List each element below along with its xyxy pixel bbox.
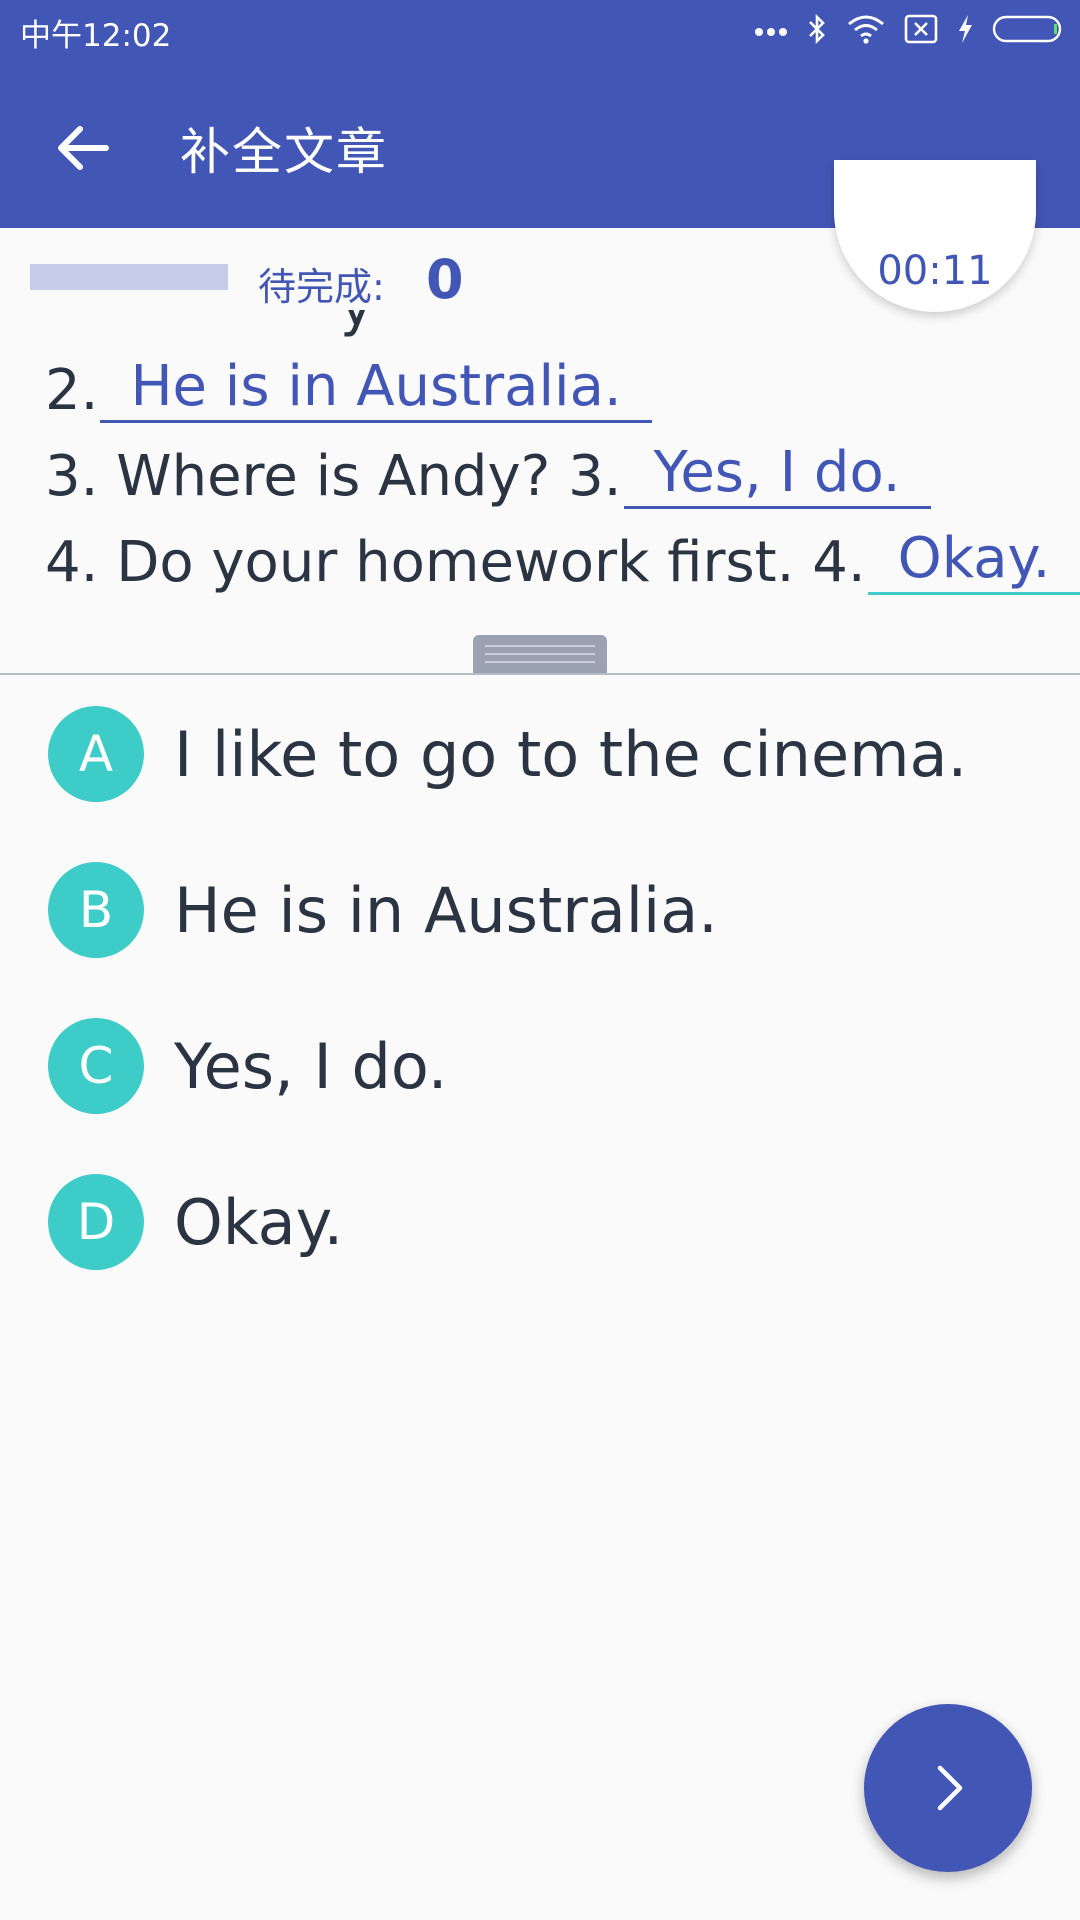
option-letter-badge: A	[48, 706, 144, 802]
timer-bubble: 00:11	[834, 160, 1036, 312]
timer-text: 00:11	[877, 248, 993, 294]
option-d[interactable]: D Okay.	[48, 1174, 1028, 1270]
wifi-icon	[846, 13, 886, 49]
clipped-text-fragment: y	[340, 310, 373, 339]
answer-blank-4[interactable]: Okay.	[867, 528, 1080, 595]
passage-line-2: 2. He is in Australia.	[45, 356, 652, 423]
status-icons	[754, 12, 1064, 50]
passage-area: y 2. He is in Australia. 3. Where is And…	[0, 310, 1080, 670]
passage-line-prefix: 3. Where is Andy? 3.	[45, 443, 622, 509]
bluetooth-icon	[806, 13, 828, 49]
option-text: He is in Australia.	[174, 873, 718, 947]
passage-line-4: 4. Do your homework first. 4. Okay.	[45, 528, 1080, 595]
option-letter-badge: C	[48, 1018, 144, 1114]
status-time: 中午12:02	[20, 18, 172, 54]
divider	[0, 673, 1080, 675]
arrow-left-icon	[58, 126, 109, 170]
option-letter-badge: D	[48, 1174, 144, 1270]
back-button[interactable]	[48, 112, 120, 184]
option-text: I like to go to the cinema.	[174, 717, 968, 791]
passage-line-prefix: 2.	[45, 357, 99, 423]
sim-off-icon	[904, 14, 938, 48]
status-bar: 中午12:02	[0, 0, 1080, 62]
option-letter-badge: B	[48, 862, 144, 958]
passage-line-3: 3. Where is Andy? 3. Yes, I do.	[45, 442, 931, 509]
page-title: 补全文章	[180, 123, 388, 181]
passage-line-prefix: 4. Do your homework first. 4.	[45, 529, 866, 595]
option-c[interactable]: C Yes, I do.	[48, 1018, 1028, 1114]
next-button[interactable]	[864, 1704, 1032, 1872]
pending-count: 0	[426, 248, 464, 311]
option-text: Okay.	[174, 1185, 344, 1259]
answer-blank-3[interactable]: Yes, I do.	[623, 442, 931, 509]
progress-bar	[30, 264, 228, 290]
option-text: Yes, I do.	[174, 1029, 448, 1103]
option-a[interactable]: A I like to go to the cinema.	[48, 706, 1028, 802]
chevron-right-icon	[937, 1765, 963, 1811]
more-dots-icon	[754, 22, 788, 41]
option-b[interactable]: B He is in Australia.	[48, 862, 1028, 958]
drag-handle[interactable]	[473, 635, 607, 673]
battery-icon	[992, 14, 1064, 48]
answer-blank-2[interactable]: He is in Australia.	[100, 356, 652, 423]
pending-label: 待完成:	[258, 265, 385, 309]
charging-icon	[956, 13, 974, 49]
